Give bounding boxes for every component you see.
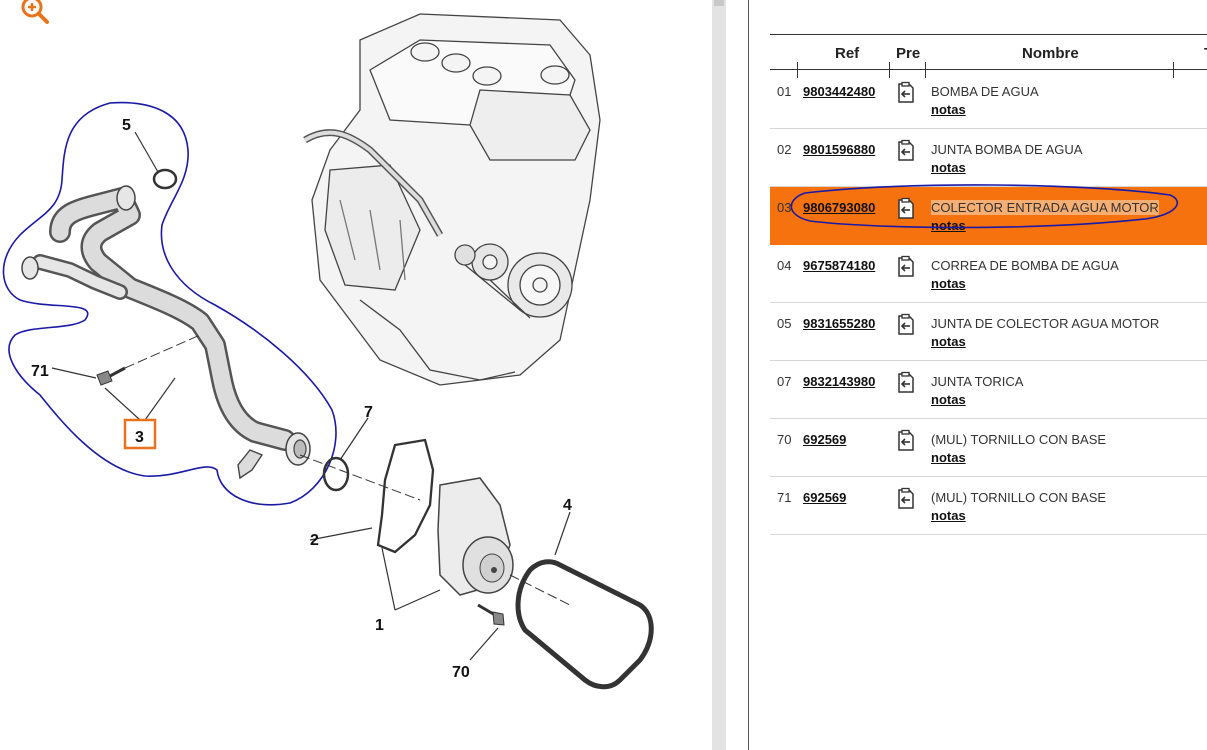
callout-70: 70 <box>452 664 470 681</box>
part-reference-link[interactable]: 9806793080 <box>803 200 875 215</box>
callout-1: 1 <box>375 617 384 634</box>
part-reference-link[interactable]: 9803442480 <box>803 84 875 99</box>
callout-5: 5 <box>122 117 131 134</box>
notes-link[interactable]: notas <box>931 450 966 465</box>
o-ring-7 <box>322 456 350 492</box>
part-reference-link[interactable]: 9832143980 <box>803 374 875 389</box>
screw-70 <box>469 603 505 661</box>
row-number: 03 <box>777 200 792 215</box>
document-arrow-icon[interactable] <box>894 197 918 221</box>
engine-illustration <box>303 13 601 386</box>
part-name: BOMBA DE AGUA <box>931 84 1039 99</box>
table-row[interactable]: 01 9803442480 BOMBA DE AGUA notas <box>770 71 1207 129</box>
part-name: JUNTA DE COLECTOR AGUA MOTOR <box>931 316 1160 331</box>
parts-drawing: 5 71 3 7 2 4 1 70 <box>2 13 654 690</box>
water-pump <box>437 477 514 596</box>
document-arrow-icon[interactable] <box>894 81 918 105</box>
pane-gap <box>726 0 748 750</box>
header-pre[interactable]: Pre <box>896 45 920 62</box>
table-row[interactable]: 07 9832143980 JUNTA TORICA notas <box>770 361 1207 419</box>
table-row[interactable]: 70 692569 (MUL) TORNILLO CON BASE notas <box>770 419 1207 477</box>
notes-link[interactable]: notas <box>931 160 966 175</box>
part-name: JUNTA BOMBA DE AGUA <box>931 142 1083 157</box>
pane-splitter[interactable] <box>712 0 726 750</box>
header-rule <box>770 69 1207 70</box>
part-reference-link[interactable]: 692569 <box>803 490 846 505</box>
table-row[interactable]: 03 9806793080 COLECTOR ENTRADA AGUA MOTOR n… <box>770 187 1207 245</box>
pump-belt <box>515 559 654 690</box>
water-inlet-collector <box>21 185 311 480</box>
row-number: 02 <box>777 142 792 157</box>
screw-71 <box>51 334 201 386</box>
notes-link[interactable]: notas <box>931 508 966 523</box>
part-reference-link[interactable]: 9801596880 <box>803 142 875 157</box>
part-name: (MUL) TORNILLO CON BASE <box>931 490 1107 505</box>
notes-link[interactable]: notas <box>931 102 966 117</box>
row-number: 70 <box>777 432 792 447</box>
part-reference-link[interactable]: 692569 <box>803 432 846 447</box>
part-reference-link[interactable]: 9675874180 <box>803 258 875 273</box>
part-name: (MUL) TORNILLO CON BASE <box>931 432 1107 447</box>
callout-2: 2 <box>310 532 319 549</box>
document-arrow-icon[interactable] <box>894 371 918 395</box>
row-number: 07 <box>777 374 792 389</box>
table-row[interactable]: 02 9801596880 JUNTA BOMBA DE AGUA notas <box>770 129 1207 187</box>
water-pump-gasket <box>376 438 435 554</box>
callout-71: 71 <box>31 363 49 380</box>
document-arrow-icon[interactable] <box>894 429 918 453</box>
exploded-diagram-pane: 5 71 3 7 2 4 1 70 <box>0 0 712 750</box>
document-arrow-icon[interactable] <box>894 255 918 279</box>
row-number: 01 <box>777 84 792 99</box>
notes-link[interactable]: notas <box>931 276 966 291</box>
parts-table-pane: Ref Pre Nombre T 019803442480BOMBA DE AG… <box>749 0 1207 750</box>
row-number: 71 <box>777 490 792 505</box>
document-arrow-icon[interactable] <box>894 487 918 511</box>
notes-link[interactable]: notas <box>931 334 966 349</box>
part-name: CORREA DE BOMBA DE AGUA <box>931 258 1119 273</box>
document-arrow-icon[interactable] <box>894 139 918 163</box>
o-ring-5 <box>152 168 178 190</box>
part-name: COLECTOR ENTRADA AGUA MOTOR <box>931 200 1159 215</box>
callout-7: 7 <box>364 404 373 421</box>
row-number: 04 <box>777 258 792 273</box>
table-row[interactable]: 04 9675874180 CORREA DE BOMBA DE AGUA notas <box>770 245 1207 303</box>
table-row[interactable]: 71 692569 (MUL) TORNILLO CON BASE notas <box>770 477 1207 535</box>
splitter-grip <box>714 0 724 6</box>
document-arrow-icon[interactable] <box>894 313 918 337</box>
header-ref[interactable]: Ref <box>835 45 859 62</box>
notes-link[interactable]: notas <box>931 218 966 233</box>
row-number: 05 <box>777 316 792 331</box>
notes-link[interactable]: notas <box>931 392 966 407</box>
callout-3: 3 <box>135 429 144 446</box>
part-name: JUNTA TORICA <box>931 374 1024 389</box>
callout-4: 4 <box>563 497 572 514</box>
table-row[interactable]: 05 9831655280 JUNTA DE COLECTOR AGUA MOTOR… <box>770 303 1207 361</box>
header-nombre[interactable]: Nombre <box>1022 45 1079 62</box>
part-reference-link[interactable]: 9831655280 <box>803 316 875 331</box>
